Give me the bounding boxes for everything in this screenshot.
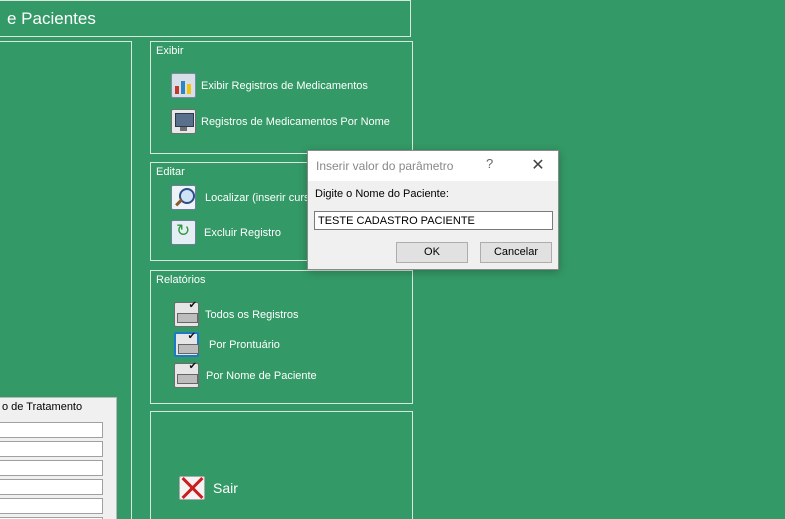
exit-icon [179,476,205,500]
close-icon[interactable]: ✕ [527,154,549,176]
subform-field[interactable] [0,460,103,476]
printer-icon [174,361,199,388]
help-icon[interactable]: ? [486,156,493,171]
form-title: e Pacientes [7,9,96,28]
group-label-exibir: Exibir [156,45,184,57]
registros-por-nome-button[interactable]: Registros de Medicamentos Por Nome [171,109,390,134]
monitor-icon [171,109,196,134]
registros-por-nome-label: Registros de Medicamentos Por Nome [201,115,390,128]
group-exibir: Exibir Exibir Registros de Medicamentos … [150,41,413,154]
por-prontuario-label: Por Prontuário [209,338,280,351]
group-sair: Sair [150,411,413,519]
sair-button[interactable]: Sair [179,476,238,500]
localizar-label: Localizar (inserir curso [205,191,316,204]
cancel-button[interactable]: Cancelar [480,242,552,263]
dialog-prompt: Digite o Nome do Paciente: [315,188,449,200]
por-nome-paciente-label: Por Nome de Paciente [206,369,317,382]
patient-name-input[interactable] [314,211,553,230]
sair-label: Sair [213,480,238,496]
parameter-dialog: Inserir valor do parâmetro ? ✕ Digite o … [307,150,559,270]
subform-header: o de Tratamento [2,401,83,413]
chart-icon [171,73,196,98]
todos-registros-button[interactable]: Todos os Registros [174,300,299,327]
group-label-relatorios: Relatórios [156,274,206,286]
subform-field[interactable] [0,422,103,438]
group-label-editar: Editar [156,166,185,178]
subform-field[interactable] [0,441,103,457]
todos-registros-label: Todos os Registros [205,308,299,321]
localizar-button[interactable]: Localizar (inserir curso [171,185,316,210]
exibir-registros-label: Exibir Registros de Medicamentos [201,79,368,92]
por-prontuario-button[interactable]: Por Prontuário [174,331,280,357]
dialog-title: Inserir valor do parâmetro [316,159,454,173]
refresh-icon [171,220,196,245]
exibir-registros-button[interactable]: Exibir Registros de Medicamentos [171,73,368,98]
subform-field[interactable] [0,479,103,495]
form-title-bar: e Pacientes [0,0,411,37]
printer-icon [174,300,199,327]
subform-field[interactable] [0,498,103,514]
search-icon [171,185,196,210]
excluir-registro-label: Excluir Registro [204,226,282,239]
excluir-registro-button[interactable]: Excluir Registro [171,220,281,245]
por-nome-paciente-button[interactable]: Por Nome de Paciente [174,361,317,388]
ok-button[interactable]: OK [396,242,468,263]
group-relatorios: Relatórios Todos os Registros Por Prontu… [150,270,413,404]
dialog-titlebar: Inserir valor do parâmetro ? ✕ [308,151,558,181]
printer-icon [174,331,199,357]
tratamento-subform: o de Tratamento [0,397,117,519]
